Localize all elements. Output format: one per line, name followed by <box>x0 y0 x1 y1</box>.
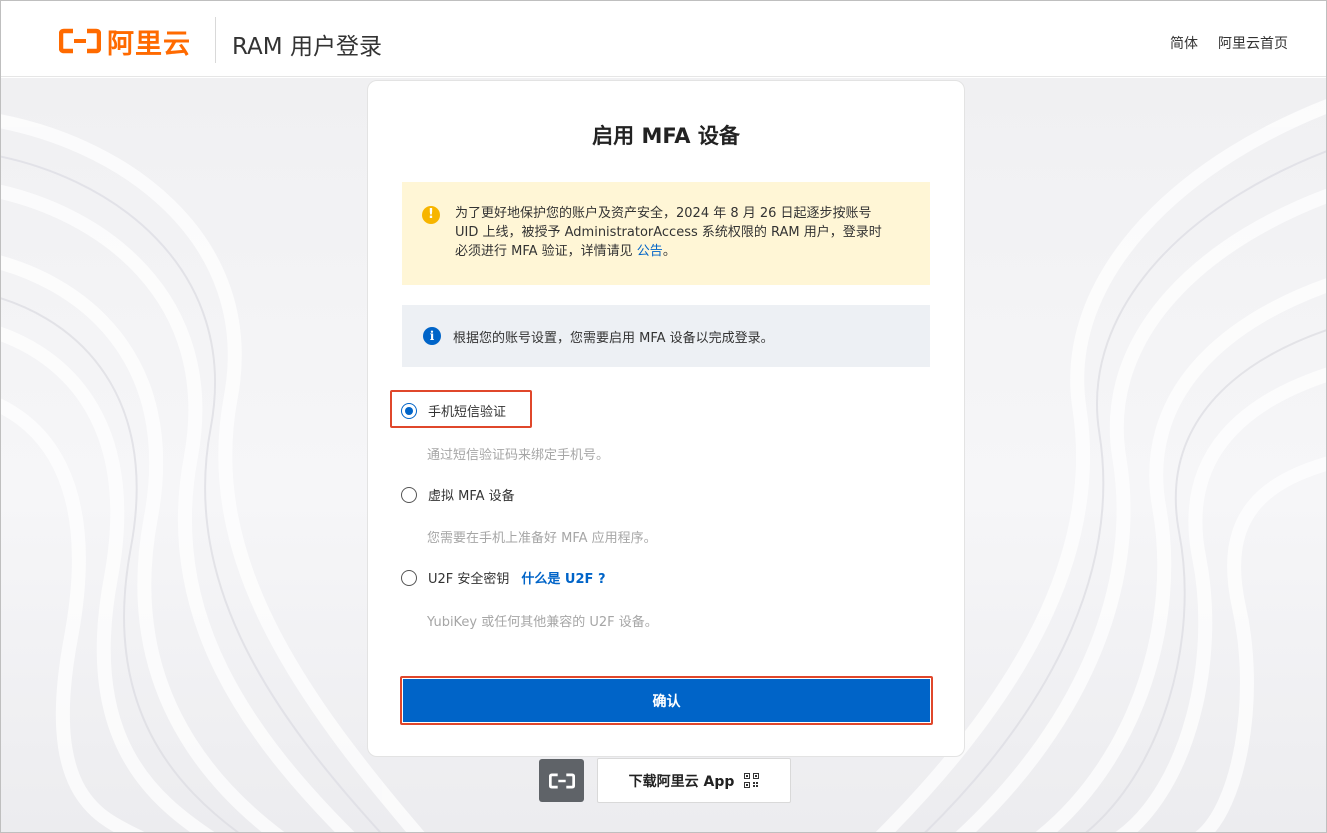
announcement-link[interactable]: 公告 <box>637 244 663 259</box>
option-description: 您需要在手机上准备好 MFA 应用程序。 <box>427 531 657 546</box>
logo-text: 阿里云 <box>107 28 191 60</box>
mfa-card: 启用 MFA 设备 ! 为了更好地保护您的账户及资产安全，2024 年 8 月 … <box>367 80 965 757</box>
page-title: RAM 用户登录 <box>232 34 382 60</box>
download-app-label: 下载阿里云 App <box>628 773 735 790</box>
option-label: 虚拟 MFA 设备 <box>428 489 515 504</box>
language-switch-link[interactable]: 简体 <box>1170 33 1198 53</box>
option-sms[interactable]: 手机短信验证 <box>401 401 506 420</box>
top-header: 阿里云 RAM 用户登录 简体 阿里云首页 <box>1 1 1326 77</box>
option-description: 通过短信验证码来绑定手机号。 <box>427 448 610 463</box>
qr-code-icon <box>744 773 760 788</box>
confirm-button[interactable]: 确认 <box>403 679 930 722</box>
virtual-mfa-radio[interactable] <box>401 486 417 503</box>
warning-notice: ! 为了更好地保护您的账户及资产安全，2024 年 8 月 26 日起逐步按账号… <box>402 182 930 285</box>
page: 阿里云 RAM 用户登录 简体 阿里云首页 启用 MFA 设备 ! 为了更好地保… <box>0 0 1327 833</box>
option-label: 手机短信验证 <box>428 405 507 420</box>
option-label: U2F 安全密钥 <box>428 572 510 587</box>
u2f-radio[interactable] <box>401 569 417 586</box>
warning-icon: ! <box>422 206 440 224</box>
info-notice: i 根据您的账号设置，您需要启用 MFA 设备以完成登录。 <box>402 305 930 367</box>
option-description: YubiKey 或任何其他兼容的 U2F 设备。 <box>427 615 658 630</box>
info-icon: i <box>423 327 441 345</box>
warning-suffix: 。 <box>662 244 676 259</box>
aliyun-home-link[interactable]: 阿里云首页 <box>1218 33 1288 53</box>
what-is-u2f-link[interactable]: 什么是 U2F ? <box>521 568 605 587</box>
header-links: 简体 阿里云首页 <box>1170 33 1288 53</box>
download-app-button[interactable]: 下载阿里云 App <box>597 758 791 803</box>
aliyun-app-logo <box>539 759 584 802</box>
aliyun-logo-icon <box>59 28 101 54</box>
card-title: 启用 MFA 设备 <box>592 124 740 148</box>
aliyun-logo[interactable]: 阿里云 <box>59 25 191 60</box>
header-divider <box>215 17 216 63</box>
info-text: 根据您的账号设置，您需要启用 MFA 设备以完成登录。 <box>453 331 774 346</box>
option-u2f[interactable]: U2F 安全密钥 什么是 U2F ? <box>401 568 605 587</box>
option-virtual-mfa[interactable]: 虚拟 MFA 设备 <box>401 485 515 504</box>
aliyun-app-icon <box>548 772 575 789</box>
sms-radio[interactable] <box>401 402 417 419</box>
